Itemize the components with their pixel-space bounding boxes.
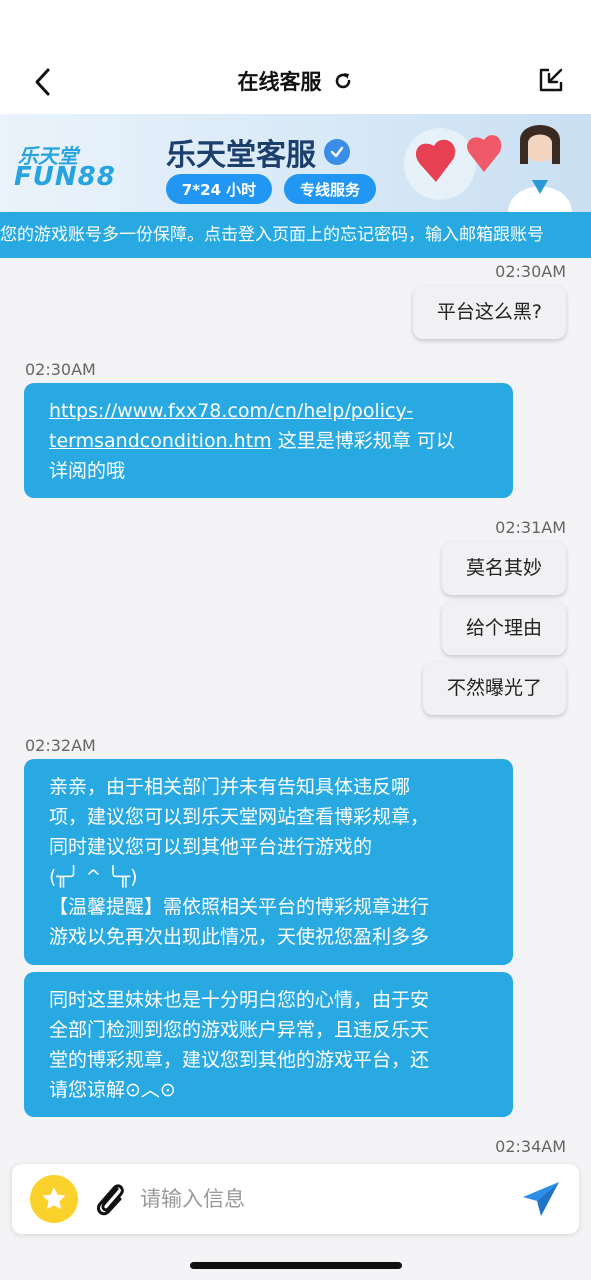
notice-marquee: 您的游戏账号多一份保障。点击登入页面上的忘记密码，输入邮箱跟账号 [0, 212, 591, 258]
timestamp: 02:34AM [495, 1137, 566, 1156]
favorite-button[interactable] [30, 1175, 78, 1223]
send-icon [523, 1182, 559, 1216]
export-icon [539, 68, 563, 92]
timestamp: 02:30AM [495, 262, 566, 281]
outgoing-message: 平台这么黑? [412, 286, 566, 339]
message-line: 请您谅解⊙︿⊙ [49, 1079, 176, 1101]
banner-title-text: 乐天堂客服 [166, 138, 316, 173]
paperclip-icon [96, 1184, 124, 1216]
chat-history[interactable]: 02:30AM 平台这么黑? 02:30AM https://www.fxx78… [0, 258, 591, 1162]
brand-logo: FUN88 [14, 162, 116, 192]
home-indicator[interactable] [190, 1262, 402, 1269]
message-line: 同时建议您可以到其他平台进行游戏的 [49, 836, 373, 858]
verified-icon [324, 139, 350, 165]
message-line: 堂的博彩规章，建议您到其他的游戏平台，还 [49, 1049, 430, 1071]
timestamp: 02:31AM [495, 518, 566, 537]
incoming-message: 同时这里妹妹也是十分明白您的心情，由于安 全部门检测到您的游戏账户异常，且违反乐… [24, 972, 513, 1117]
service-banner: 乐天堂 FUN88 乐天堂客服 7*24 小时 专线服务 [0, 114, 591, 212]
refresh-button[interactable] [332, 70, 354, 92]
banner-title: 乐天堂客服 [166, 130, 350, 174]
hours-badge: 7*24 小时 [166, 174, 272, 204]
message-line: 游戏以免再次出现此情况，天使祝您盈利多多 [49, 926, 430, 948]
message-line: 全部门检测到您的游戏账户异常，且违反乐天 [49, 1019, 430, 1041]
share-button[interactable] [535, 64, 567, 96]
incoming-message: 亲亲，由于相关部门并未有告知具体违反哪 项，建议您可以到乐天堂网站查看博彩规章，… [24, 759, 513, 965]
star-icon [43, 1188, 65, 1209]
outgoing-message: 给个理由 [441, 602, 566, 655]
policy-link-line2: termsandcondition.htm [49, 430, 272, 452]
timestamp: 02:30AM [25, 360, 96, 379]
policy-link-line1: https://www.fxx78.com/cn/help/policy- [49, 400, 414, 422]
message-composer [12, 1164, 579, 1234]
message-line: 同时这里妹妹也是十分明白您的心情，由于安 [49, 989, 430, 1011]
message-input[interactable] [140, 1179, 500, 1219]
message-line: 【温馨提醒】需依照相关平台的博彩规章进行 [49, 896, 430, 918]
refresh-icon [335, 73, 350, 89]
message-line: 亲亲，由于相关部门并未有告知具体违反哪 [49, 776, 411, 798]
message-line: (╥╯ ^ ╰╥) [49, 866, 138, 888]
outgoing-message: 莫名其妙 [441, 542, 566, 595]
message-line: 项，建议您可以到乐天堂网站查看博彩规章， [49, 806, 430, 828]
agent-illustration [404, 125, 572, 212]
message-text: 这里是博彩规章 可以 [271, 430, 455, 452]
incoming-message: https://www.fxx78.com/cn/help/policy-ter… [24, 383, 513, 498]
outgoing-message: 不然曝光了 [422, 662, 566, 715]
top-bar: 在线客服 [0, 0, 591, 114]
page-title: 在线客服 [237, 70, 322, 94]
send-button[interactable] [519, 1178, 563, 1220]
timestamp: 02:32AM [25, 736, 96, 755]
message-text: 详阅的哦 [49, 460, 126, 482]
attach-button[interactable] [90, 1177, 130, 1221]
service-badge: 专线服务 [284, 174, 376, 204]
